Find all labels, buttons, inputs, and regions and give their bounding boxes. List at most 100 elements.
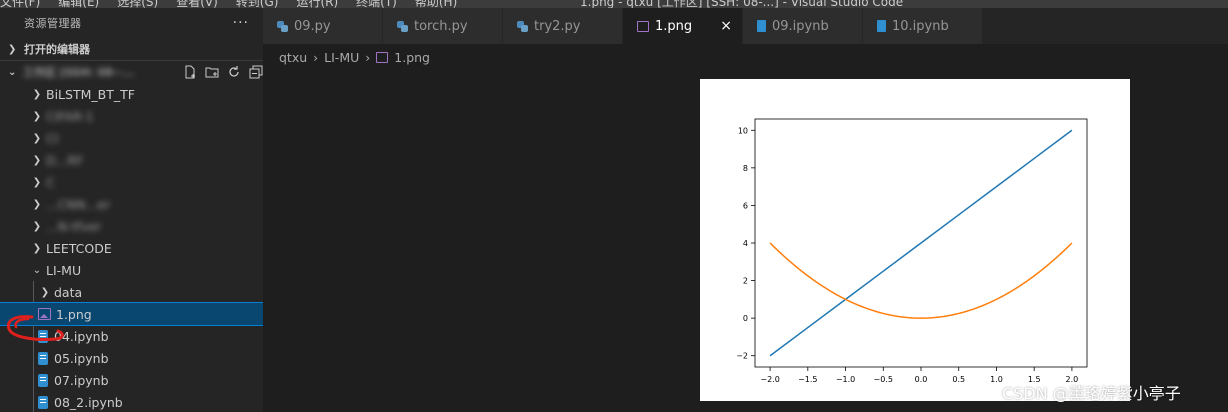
line-chart: −2.0 −1.5 −1.0 −0.5 0.0 0.5 1.0 1.5 2.0−20246810 <box>736 118 1088 384</box>
folder-label: D...RF <box>46 152 84 168</box>
python-icon <box>397 20 408 32</box>
workspace-section[interactable]: ⌄ 工作区 [SSH: 08~... <box>0 60 263 83</box>
y-tick-label: 4 <box>743 239 748 248</box>
y-tick-label: −2 <box>736 352 748 361</box>
chevron-right-icon: ❯ <box>32 220 42 232</box>
chevron-right-icon: ❯ <box>40 286 50 298</box>
tab-10-ipynb[interactable]: 10.ipynb <box>863 8 983 44</box>
refresh-icon[interactable] <box>227 65 241 79</box>
indent-guide <box>33 369 34 391</box>
indent-guide <box>33 281 34 303</box>
menu-run[interactable]: 运行(R) <box>296 0 338 8</box>
new-file-icon[interactable] <box>183 65 197 79</box>
menu-go[interactable]: 转到(G) <box>236 0 279 8</box>
folder-label: LEETCODE <box>46 240 112 256</box>
menu-file[interactable]: 文件(F) <box>0 0 40 8</box>
watermark: CSDN @薰珞婷紫小亭子 <box>1002 384 1181 403</box>
indent-guide <box>33 325 34 347</box>
x-tick-label: 1.0 <box>990 375 1003 384</box>
tree-folder-data[interactable]: ❯ data <box>0 281 263 303</box>
collapse-icon[interactable] <box>249 65 263 79</box>
notebook-file-icon <box>38 395 48 409</box>
workspace-label: 工作区 [SSH: 08~... <box>23 66 135 79</box>
folder-label: CI <box>46 130 59 146</box>
notebook-file-icon <box>38 373 48 387</box>
x-tick-label: 0.0 <box>915 375 928 384</box>
explorer-sidebar: 资源管理器 ··· ❯ 打开的编辑器 ⌄ 工作区 [SSH: 08~... ❯ B… <box>0 8 263 412</box>
tree-file[interactable]: 07.ipynb <box>0 369 263 391</box>
y-tick-label: 6 <box>743 201 748 210</box>
file-label: 07.ipynb <box>54 372 109 388</box>
chevron-right-icon: ❯ <box>32 110 42 122</box>
tab-try2-py[interactable]: try2.py <box>503 8 623 44</box>
notebook-icon <box>757 20 766 32</box>
breadcrumb-folder[interactable]: LI-MU <box>324 50 359 65</box>
notebook-icon <box>877 20 886 32</box>
close-icon[interactable]: × <box>720 18 732 34</box>
image-file-icon <box>38 308 51 320</box>
x-tick-label: −1.5 <box>798 375 817 384</box>
file-label: 08_2.ipynb <box>54 394 123 410</box>
indent-guide <box>33 347 34 369</box>
x-tick-label: −1.0 <box>836 375 855 384</box>
image-preview: −2.0 −1.5 −1.0 −0.5 0.0 0.5 1.0 1.5 2.0 −2 0 2 4 6 8 10 <box>700 79 1130 401</box>
indent-guide <box>33 391 34 412</box>
chevron-right-icon: › <box>365 49 371 65</box>
python-icon <box>277 20 288 32</box>
notebook-file-icon <box>38 351 48 365</box>
tree-file[interactable]: 08_2.ipynb <box>0 391 263 412</box>
chevron-down-icon: ⌄ <box>8 66 17 78</box>
explorer-title: 资源管理器 <box>24 17 82 30</box>
tree-folder[interactable]: ❯ ...N-tfver <box>0 215 263 237</box>
menu-view[interactable]: 查看(V) <box>176 0 218 8</box>
file-label: 05.ipynb <box>54 350 109 366</box>
y-tick-label: 10 <box>738 126 748 135</box>
folder-label: LI-MU <box>46 262 82 278</box>
y-tick-label: 0 <box>743 314 748 323</box>
notebook-file-icon <box>38 329 48 343</box>
tree-folder[interactable]: ❯ CI <box>0 127 263 149</box>
tree-folder-leetcode[interactable]: ❯ LEETCODE <box>0 237 263 259</box>
breadcrumb-file[interactable]: 1.png <box>394 50 430 65</box>
tab-09-ipynb[interactable]: 09.ipynb <box>743 8 863 44</box>
menu-selection[interactable]: 选择(S) <box>117 0 158 8</box>
chevron-right-icon: › <box>313 49 319 65</box>
tab-torch-py[interactable]: torch.py <box>383 8 503 44</box>
file-label: 1.png <box>56 306 92 322</box>
chevron-right-icon: ❯ <box>8 43 17 55</box>
chevron-right-icon: ❯ <box>32 88 42 100</box>
tree-folder-li-mu[interactable]: ⌄ LI-MU <box>0 259 263 281</box>
chevron-down-icon: ⌄ <box>32 264 42 276</box>
tree-folder[interactable]: ❯ ...CNN...er <box>0 193 263 215</box>
open-editors-section[interactable]: ❯ 打开的编辑器 <box>0 38 263 60</box>
tree-folder[interactable]: ❯ CIFAR-1 <box>0 105 263 127</box>
image-icon <box>637 20 649 32</box>
folder-label: ...N-tfver <box>46 218 102 234</box>
tab-09-py[interactable]: 09.py <box>263 8 383 44</box>
chevron-right-icon: ❯ <box>32 132 42 144</box>
y-tick-label: 2 <box>743 277 748 286</box>
x-tick-label: 0.5 <box>952 375 965 384</box>
python-icon <box>517 20 528 32</box>
menu-bar: 文件(F) 编辑(E) 选择(S) 查看(V) 转到(G) 运行(R) 终端(T… <box>0 0 1228 8</box>
menu-terminal[interactable]: 终端(T) <box>356 0 397 8</box>
tree-file[interactable]: 04.ipynb <box>0 325 263 347</box>
x-tick-label: −0.5 <box>874 375 893 384</box>
file-tree: ❯ BiLSTM_BT_TF ❯ CIFAR-1 ❯ CI ❯ D...RF ❯ C ❯.… <box>0 83 263 412</box>
folder-label: ...CNN...er <box>46 196 111 212</box>
tree-file[interactable]: 05.ipynb <box>0 347 263 369</box>
tree-file-1-png[interactable]: 1.png <box>0 302 263 326</box>
x-tick-label: −2.0 <box>760 375 779 384</box>
menu-help[interactable]: 帮助(H) <box>415 0 457 8</box>
tree-folder[interactable]: ❯ BiLSTM_BT_TF <box>0 83 263 105</box>
window-title: 1.png - qtxu [工作区] [SSH: 08-...] - Visua… <box>580 0 904 8</box>
tab-1-png[interactable]: 1.png × <box>623 8 743 44</box>
breadcrumb-root[interactable]: qtxu <box>279 50 307 65</box>
menu-edit[interactable]: 编辑(E) <box>58 0 99 8</box>
tree-folder[interactable]: ❯ D...RF <box>0 149 263 171</box>
image-icon <box>376 51 389 63</box>
more-actions-icon[interactable]: ··· <box>233 15 249 31</box>
tree-folder[interactable]: ❯ C <box>0 171 263 193</box>
new-folder-icon[interactable] <box>205 65 219 79</box>
menu-items: 文件(F) 编辑(E) 选择(S) 查看(V) 转到(G) 运行(R) 终端(T… <box>0 0 457 8</box>
